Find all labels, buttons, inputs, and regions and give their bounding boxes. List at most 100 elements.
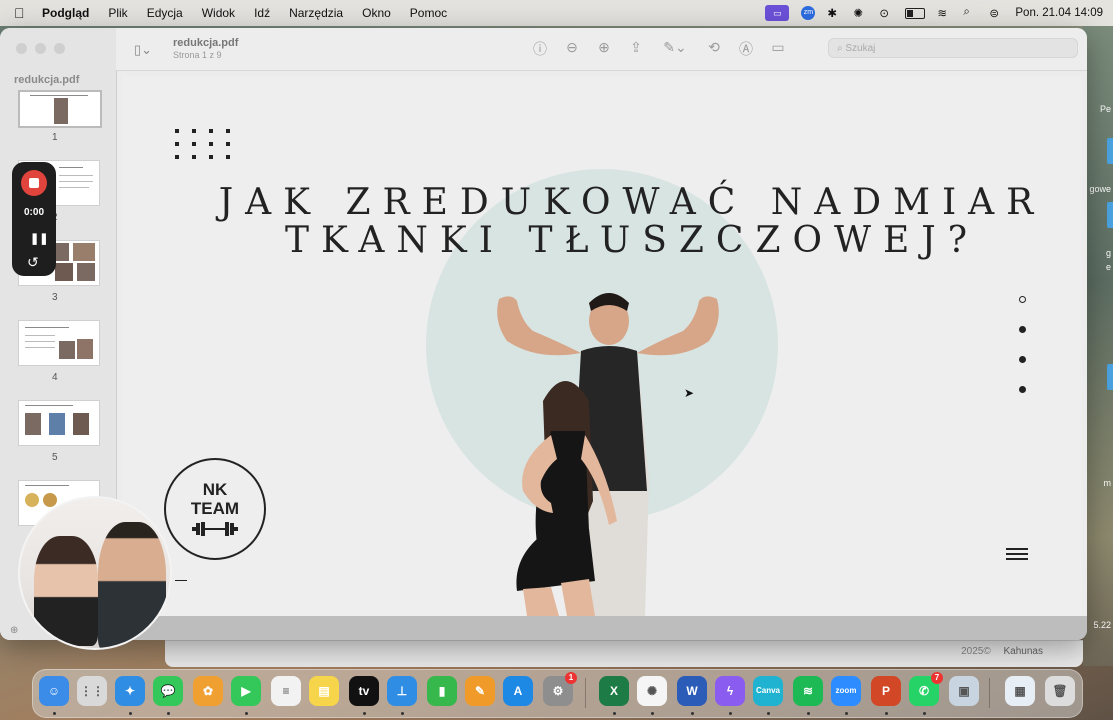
zoom-in-icon[interactable]: ⊕	[596, 39, 612, 59]
rotate-icon[interactable]: ⟲	[706, 39, 722, 59]
menu-item-pomoc[interactable]: Pomoc	[410, 6, 447, 20]
dock-zdjęcia-icon[interactable]: ✿	[193, 676, 223, 706]
dock-divider	[989, 678, 990, 708]
dock-podgląd-icon[interactable]: ▣	[949, 676, 979, 706]
zoom-button[interactable]	[54, 43, 65, 54]
recording-timer: 0:00	[23, 207, 44, 218]
menu-clock[interactable]: Pon. 21.04 14:09	[1015, 7, 1103, 19]
running-indicator	[363, 712, 366, 715]
dock-numbers-icon[interactable]: ▮	[427, 676, 457, 706]
search-field[interactable]: ⌕ Szukaj	[828, 38, 1078, 58]
document-subtitle: Strona 1 z 9	[173, 50, 222, 60]
barbell-icon	[192, 522, 238, 536]
background-window[interactable]: 2025© Kahunas	[165, 640, 1083, 667]
search-placeholder: Szukaj	[845, 43, 876, 54]
dock-kosz-icon[interactable]: 🗑	[1045, 676, 1075, 706]
menu-item-plik[interactable]: Plik	[108, 6, 127, 20]
form-icon[interactable]: ▭	[770, 39, 786, 59]
search-icon[interactable]: ⌕	[963, 6, 977, 20]
menu-item-edycja[interactable]: Edycja	[147, 6, 183, 20]
stop-recording-button[interactable]	[21, 170, 47, 196]
window-controls	[16, 43, 65, 54]
slide-pagination-dots	[1019, 296, 1026, 416]
hamburger-menu-icon	[1006, 548, 1028, 563]
pdf-page[interactable]: JAK ZREDUKOWAĆ NADMIAR TKANKI TŁUSZCZOWE…	[122, 76, 1082, 616]
apple-icon[interactable]: 	[14, 5, 28, 21]
thumbnail-number: 1	[52, 132, 58, 143]
dock-excel-icon[interactable]: X	[599, 676, 629, 706]
running-indicator	[885, 712, 888, 715]
info-icon[interactable]: ⓘ	[532, 39, 548, 59]
dock-spotify-icon[interactable]: ≋	[793, 676, 823, 706]
screen-record-icon[interactable]: ▭	[765, 5, 790, 21]
desktop-label: m	[1103, 478, 1112, 488]
dock-zoom-icon[interactable]: zoom	[831, 676, 861, 706]
dock-app-store-icon[interactable]: A	[503, 676, 533, 706]
pause-icon[interactable]: ❚❚	[30, 232, 48, 245]
running-indicator	[245, 712, 248, 715]
annotate-icon[interactable]: Ⓐ	[738, 39, 754, 59]
running-indicator	[767, 712, 770, 715]
dock-powerpoint-icon[interactable]: P	[871, 676, 901, 706]
desktop-label: 5.22	[1093, 620, 1111, 630]
desktop-folder-icon[interactable]	[1107, 138, 1113, 164]
thumbnail-number: 3	[52, 292, 58, 303]
dock-przypomnienia-icon[interactable]: ≡	[271, 676, 301, 706]
minimize-button[interactable]	[35, 43, 46, 54]
desktop-label: gowe	[1089, 184, 1111, 194]
pagination-dot	[1019, 386, 1026, 393]
pagination-dot	[1019, 356, 1026, 363]
dock-pages-icon[interactable]: ✎	[465, 676, 495, 706]
dock-word-icon[interactable]: W	[677, 676, 707, 706]
webcam-person-woman	[34, 536, 98, 646]
dock-divider	[585, 678, 586, 708]
dock-finder-icon[interactable]: ☺	[39, 676, 69, 706]
dock-keynote-icon[interactable]: ⊥	[387, 676, 417, 706]
wifi-icon[interactable]: ≋	[937, 6, 951, 20]
dock-wiadomości-icon[interactable]: 💬	[153, 676, 183, 706]
close-button[interactable]	[16, 43, 27, 54]
restart-icon[interactable]: ↺	[27, 254, 39, 271]
toolbar: ▯⌄ redukcja.pdf Strona 1 z 9 ⓘ ⊖ ⊕ ⇪ ✎⌄ …	[116, 28, 1087, 71]
dock-launchpad-icon[interactable]: ⋮⋮	[77, 676, 107, 706]
add-page-icon[interactable]: ⊕	[10, 625, 18, 636]
thumbnail-page-1[interactable]	[18, 90, 102, 128]
thumbnail-page-5[interactable]	[18, 400, 100, 446]
menu-item-okno[interactable]: Okno	[362, 6, 391, 20]
share-icon[interactable]: ⇪	[628, 39, 644, 59]
headline-line-1: JAK ZREDUKOWAĆ NADMIAR	[218, 182, 1046, 223]
menu-app-name[interactable]: Podgląd	[42, 6, 89, 20]
webcam-overlay[interactable]	[18, 496, 172, 650]
dock-notatki-icon[interactable]: ▤	[309, 676, 339, 706]
document-title[interactable]: redukcja.pdf	[173, 37, 238, 49]
decorative-dot-grid	[175, 129, 236, 159]
control-center-icon[interactable]: ⊜	[989, 6, 1003, 20]
sidebar-toggle-icon[interactable]: ▯⌄	[134, 42, 156, 57]
desktop-folder-icon[interactable]	[1107, 202, 1113, 228]
dock-facetime-icon[interactable]: ▶	[231, 676, 261, 706]
chatgpt-status-icon[interactable]: ✺	[853, 6, 867, 20]
pagination-dot-empty	[1019, 296, 1026, 303]
dock-whatsapp-icon[interactable]: ✆ 7	[909, 672, 943, 706]
menu-bar:  Podgląd Plik Edycja Widok Idź Narzędzi…	[0, 0, 1113, 26]
dock-canva-icon[interactable]: Canva	[753, 676, 783, 706]
zoom-out-icon[interactable]: ⊖	[564, 39, 580, 59]
dock-ustawienia-icon[interactable]: ⚙ 1	[543, 672, 577, 706]
dock-chatgpt-icon[interactable]: ✺	[637, 676, 667, 706]
dock-messenger-icon[interactable]: ϟ	[715, 676, 745, 706]
play-status-icon[interactable]: ⊙	[879, 6, 893, 20]
markup-icon[interactable]: ✎⌄	[660, 39, 690, 59]
menu-item-narzedzia[interactable]: Narzędzia	[289, 6, 343, 20]
thumbnail-page-4[interactable]	[18, 320, 100, 366]
menu-item-idz[interactable]: Idź	[254, 6, 270, 20]
desktop-folder-icon[interactable]	[1107, 364, 1113, 390]
headline-line-2: TKANKI TŁUSZCZOWEJ?	[284, 220, 980, 261]
menu-item-widok[interactable]: Widok	[202, 6, 235, 20]
dock-safari-icon[interactable]: ✦	[115, 676, 145, 706]
dock-tv-icon[interactable]: tv	[349, 676, 379, 706]
gear-status-icon[interactable]: ✱	[827, 6, 841, 20]
footer-author: Kahunas	[1003, 646, 1043, 657]
zoom-status-icon[interactable]: zm	[801, 6, 816, 20]
dock-folder-icon[interactable]: ▦	[1005, 676, 1035, 706]
battery-icon[interactable]	[905, 7, 926, 19]
